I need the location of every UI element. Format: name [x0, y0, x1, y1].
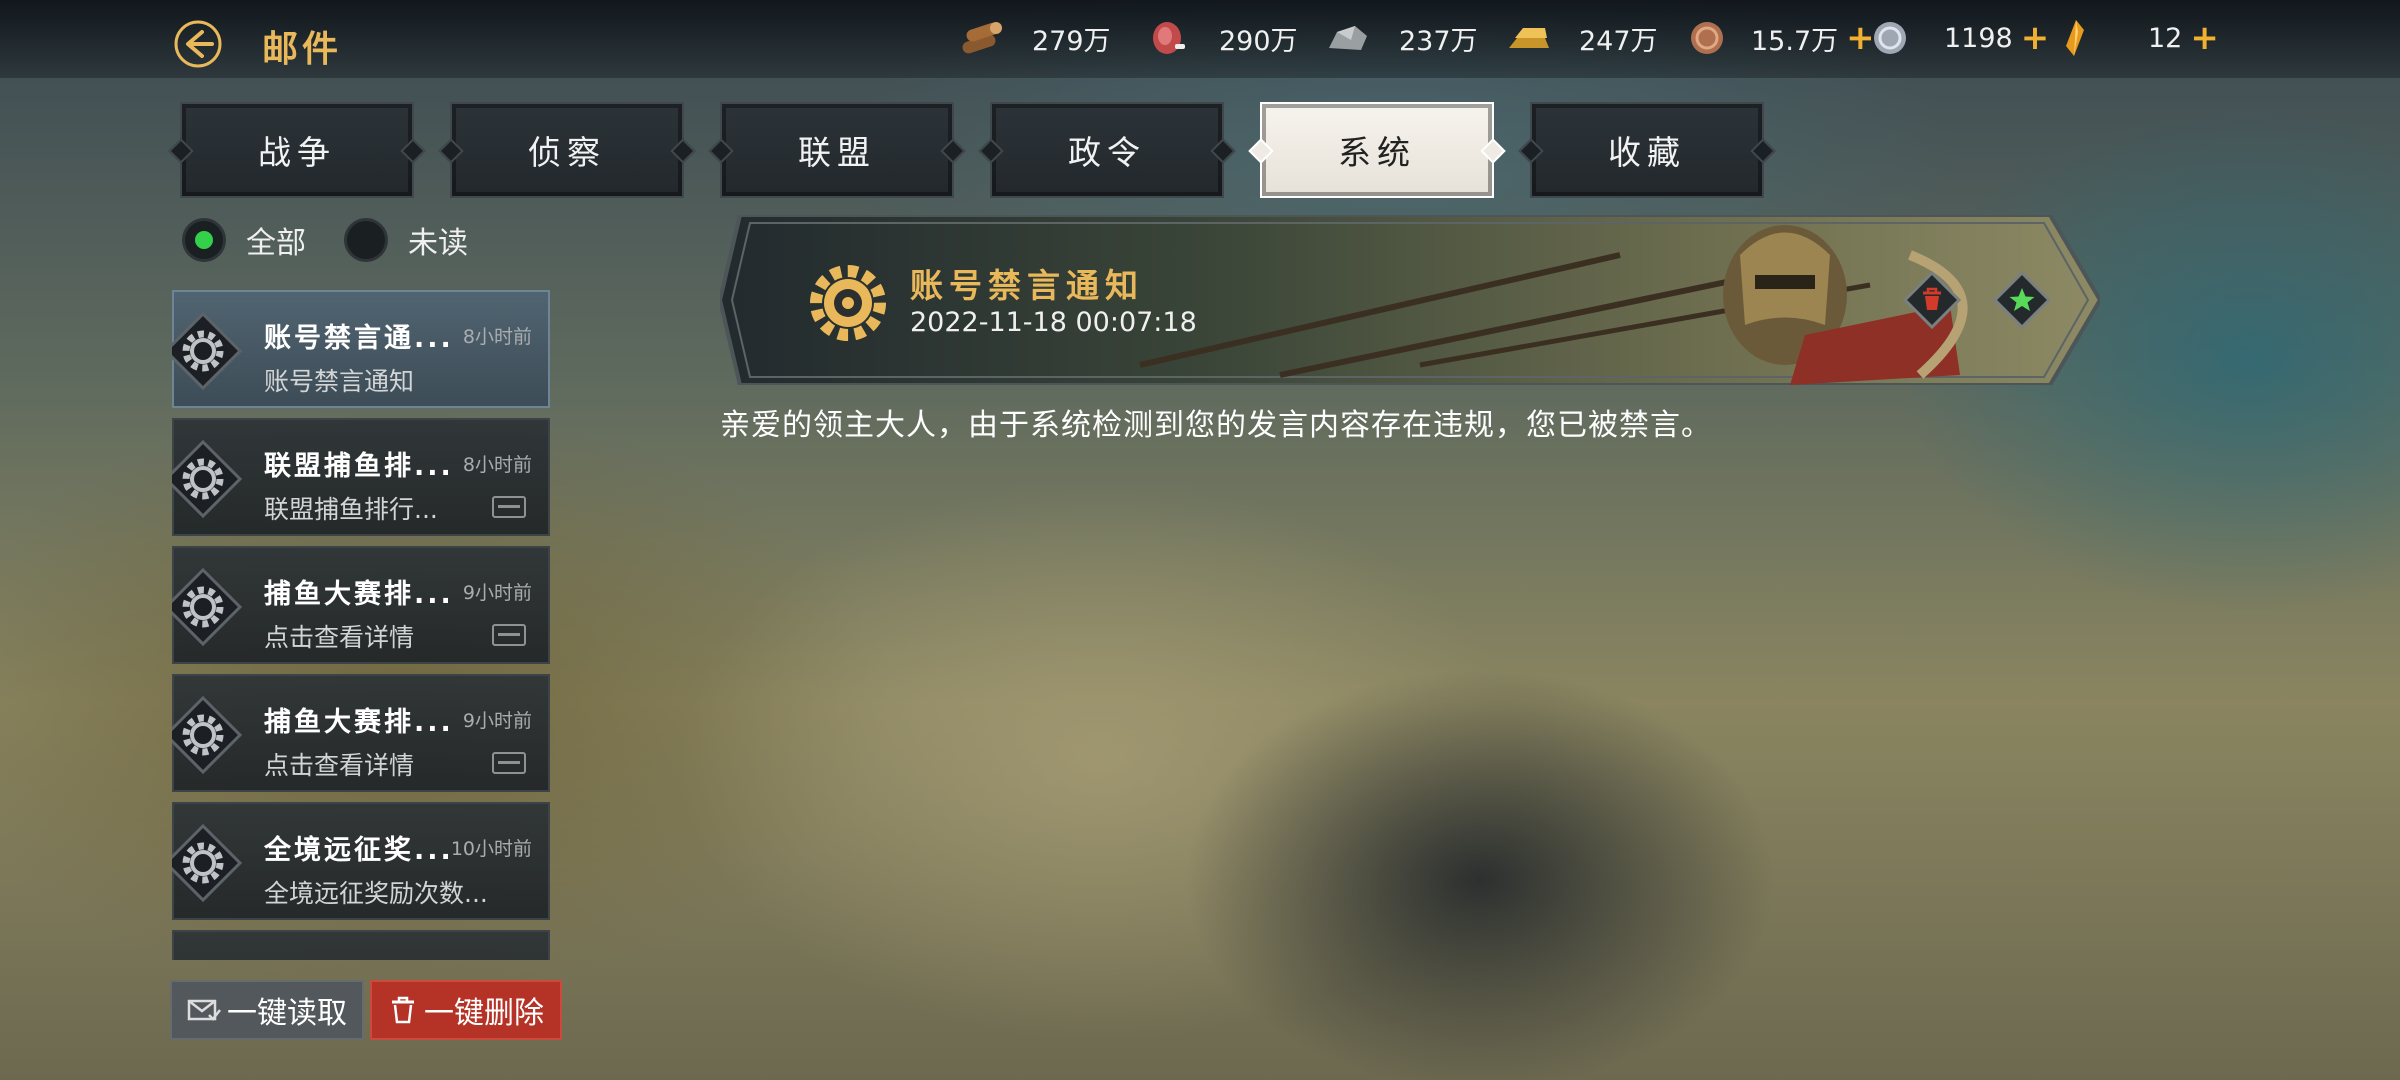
top-bar: 邮件 279万 290万 237万 247万 15.7万 + 1198 + 12… — [0, 0, 2400, 78]
mail-list[interactable]: 账号禁言通... 8小时前 账号禁言通知 联盟捕鱼排... 8小时前 联盟捕鱼排… — [172, 290, 550, 960]
envelope-icon — [187, 999, 221, 1021]
mail-item[interactable]: 捕鱼大赛排... 9小时前 点击查看详情 — [172, 674, 550, 792]
trash-icon — [1902, 270, 1962, 330]
tab-decree[interactable]: 政令 — [990, 102, 1224, 198]
system-gear-icon — [810, 265, 886, 341]
resource-stone: 237万 — [1325, 18, 1478, 58]
radio-unread[interactable] — [344, 218, 388, 262]
mail-item[interactable]: 全境远征奖... 10小时前 全境远征奖励次数... — [172, 802, 550, 920]
tab-system[interactable]: 系统 — [1260, 102, 1494, 198]
amber-gem-icon — [2066, 20, 2084, 56]
tab-alliance[interactable]: 联盟 — [720, 102, 954, 198]
mail-detail-date: 2022-11-18 00:07:18 — [910, 307, 1197, 338]
star-icon — [1992, 270, 2052, 330]
tab-scout[interactable]: 侦察 — [450, 102, 684, 198]
read-all-button[interactable]: 一键读取 — [170, 980, 364, 1040]
gold-bar-icon — [1509, 28, 1549, 48]
favorite-mail-button[interactable] — [1992, 270, 2052, 330]
system-gear-icon — [172, 824, 242, 902]
system-gear-icon — [172, 440, 242, 518]
attachment-icon — [492, 496, 526, 518]
add-gem-button[interactable]: + — [2190, 18, 2219, 58]
system-gear-icon — [172, 568, 242, 646]
delete-mail-button[interactable] — [1902, 270, 1962, 330]
meat-icon — [1153, 22, 1185, 54]
attachment-icon — [492, 624, 526, 646]
attachment-icon — [492, 752, 526, 774]
trash-icon — [392, 996, 414, 1024]
resource-meat: 290万 — [1145, 18, 1298, 58]
resource-wood: 279万 — [958, 18, 1111, 58]
delete-all-button[interactable]: 一键删除 — [370, 980, 562, 1040]
wood-icon — [962, 22, 1002, 54]
mail-item[interactable]: 账号禁言通... 8小时前 账号禁言通知 — [172, 290, 550, 408]
copper-coin-icon — [1691, 22, 1723, 54]
radio-all[interactable] — [182, 218, 226, 262]
filter-unread[interactable]: 未读 — [344, 218, 468, 262]
mail-detail-title: 账号禁言通知 — [910, 266, 1144, 305]
add-silver-button[interactable]: + — [2021, 18, 2050, 58]
radio-selected-dot — [195, 231, 213, 249]
mail-detail-header: 账号禁言通知 2022-11-18 00:07:18 — [720, 215, 2100, 385]
resource-silver: 1198 + — [1868, 18, 2049, 58]
page-title: 邮件 — [262, 29, 343, 70]
filter-all[interactable]: 全部 — [182, 218, 306, 262]
silver-coin-icon — [1874, 22, 1906, 54]
resource-gem: 12 + — [2052, 18, 2219, 58]
tab-war[interactable]: 战争 — [180, 102, 414, 198]
system-gear-icon — [172, 696, 242, 774]
mail-item[interactable]: 联盟捕鱼排... 8小时前 联盟捕鱼排行... — [172, 418, 550, 536]
tab-favorites[interactable]: 收藏 — [1530, 102, 1764, 198]
back-button[interactable] — [172, 18, 224, 70]
system-gear-icon — [172, 312, 242, 390]
resource-copper: 15.7万 + — [1685, 18, 1875, 58]
back-arrow-icon — [174, 20, 222, 68]
mail-detail-body: 亲爱的领主大人，由于系统检测到您的发言内容存在违规，您已被禁言。 — [720, 408, 1712, 443]
stone-icon — [1329, 26, 1367, 50]
mail-item[interactable]: 捕鱼大赛排... 9小时前 点击查看详情 — [172, 546, 550, 664]
resource-gold: 247万 — [1505, 18, 1658, 58]
mail-item-partial[interactable] — [172, 930, 550, 960]
